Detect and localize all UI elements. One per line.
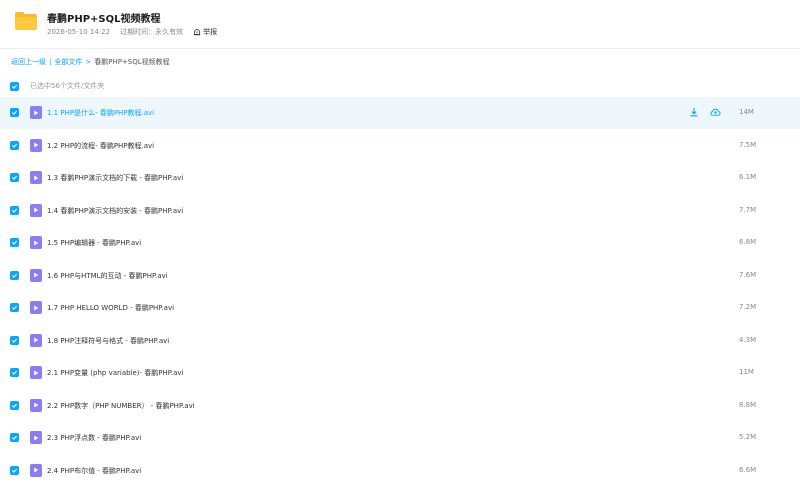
video-file-icon [30, 398, 42, 412]
report-button[interactable]: 举报 [193, 27, 227, 37]
file-size: 7.7M [739, 205, 757, 214]
check-icon [12, 84, 18, 89]
folder-icon [15, 12, 37, 30]
file-row[interactable]: 1.2 PHP的流程- 春鹏PHP教程.avi 7.5M [0, 130, 800, 162]
video-file-icon [30, 463, 42, 477]
file-checkbox[interactable] [10, 238, 19, 247]
file-name[interactable]: 1.7 PHP HELLO WORLD - 春鹏PHP.avi [47, 303, 174, 313]
check-icon [12, 240, 18, 245]
video-file-icon [30, 366, 42, 379]
share-date: 2026-05-10 14:22 [47, 28, 111, 36]
file-size: 6.8M [739, 238, 757, 246]
file-size: 6.6M [739, 465, 757, 474]
check-icon [12, 175, 18, 180]
file-size: 4.3M [739, 335, 757, 344]
file-checkbox[interactable] [10, 303, 19, 312]
back-link[interactable]: 返回上一级 [11, 57, 46, 67]
file-checkbox[interactable] [10, 108, 19, 117]
video-file-icon [30, 203, 42, 217]
alarm-icon [193, 29, 201, 36]
expire-text: 过期时间：永久有效 [120, 28, 184, 36]
file-row[interactable]: 1.6 PHP与HTML的互动 - 春鹏PHP.avi 7.6M [0, 260, 800, 292]
file-checkbox[interactable] [10, 173, 19, 182]
file-checkbox[interactable] [10, 465, 19, 475]
select-all-checkbox[interactable] [10, 82, 19, 91]
check-icon [12, 110, 18, 115]
file-size: 7.6M [739, 270, 757, 279]
file-name[interactable]: 2.1 PHP变量 (php variable)- 春鹏PHP.avi [47, 368, 184, 378]
breadcrumb-separator: | [49, 58, 52, 66]
file-checkbox[interactable] [10, 368, 19, 377]
file-row[interactable]: 2.3 PHP浮点数 - 春鹏PHP.avi 5.2M [0, 422, 800, 454]
share-header: 春鹏PHP+SQL视频教程 2026-05-10 14:22 过期时间：永久有效… [0, 0, 800, 48]
file-name[interactable]: 1.1 PHP是什么- 春鹏PHP教程.avi [47, 108, 154, 118]
file-row[interactable]: 2.1 PHP变量 (php variable)- 春鹏PHP.avi 11M [0, 357, 800, 389]
file-checkbox[interactable] [10, 205, 19, 215]
file-size: 11M [739, 368, 754, 376]
file-checkbox[interactable] [10, 335, 19, 345]
file-size: 7.5M [739, 140, 757, 149]
check-icon [12, 273, 18, 278]
video-file-icon [30, 106, 42, 119]
check-icon [12, 403, 18, 408]
file-row[interactable]: 1.7 PHP HELLO WORLD - 春鹏PHP.avi 7.2M [0, 292, 800, 324]
video-file-icon [30, 333, 42, 347]
breadcrumb: 返回上一级 | 全部文件 > 春鹏PHP+SQL视频教程 [11, 57, 170, 67]
share-meta: 2026-05-10 14:22 过期时间：永久有效 举报 [47, 27, 237, 37]
share-title: 春鹏PHP+SQL视频教程 [47, 14, 161, 25]
file-size: 7.2M [739, 303, 757, 311]
file-size: 8.8M [739, 400, 757, 409]
all-files-link[interactable]: 全部文件 [54, 57, 82, 67]
file-size: 6.1M [739, 173, 757, 181]
file-checkbox[interactable] [10, 270, 19, 280]
save-to-cloud-icon[interactable] [709, 106, 721, 118]
selection-count: 已选中56个文件/文件夹 [30, 82, 105, 90]
check-icon [12, 208, 18, 213]
header-divider [0, 48, 800, 49]
file-row[interactable]: 1.1 PHP是什么- 春鹏PHP教程.avi 14M [0, 97, 800, 129]
download-icon[interactable] [688, 106, 700, 118]
file-row[interactable]: 1.3 春鹏PHP演示文档的下载 - 春鹏PHP.avi 6.1M [0, 162, 800, 194]
report-label: 举报 [203, 28, 218, 36]
select-all-bar: 已选中56个文件/文件夹 [0, 77, 800, 95]
file-name[interactable]: 1.3 春鹏PHP演示文档的下载 - 春鹏PHP.avi [47, 173, 183, 183]
file-name[interactable]: 1.5 PHP编辑器 - 春鹏PHP.avi [47, 238, 141, 248]
video-file-icon [30, 268, 42, 282]
check-icon [12, 468, 18, 473]
video-file-icon [30, 138, 42, 152]
file-name[interactable]: 1.2 PHP的流程- 春鹏PHP教程.avi [47, 141, 154, 151]
file-name[interactable]: 2.4 PHP布尔值 - 春鹏PHP.avi [47, 466, 141, 476]
file-row[interactable]: 1.5 PHP编辑器 - 春鹏PHP.avi 6.8M [0, 227, 800, 259]
file-row[interactable]: 1.8 PHP注释符号与格式 - 春鹏PHP.avi 4.3M [0, 325, 800, 357]
file-row[interactable]: 2.4 PHP布尔值 - 春鹏PHP.avi 6.6M [0, 455, 800, 487]
file-name[interactable]: 2.2 PHP数字（PHP NUMBER） - 春鹏PHP.avi [47, 401, 195, 411]
check-icon [12, 143, 18, 148]
file-checkbox[interactable] [10, 140, 19, 150]
check-icon [12, 370, 18, 375]
file-size: 5.2M [739, 433, 757, 441]
file-row[interactable]: 1.4 春鹏PHP演示文档的安装 - 春鹏PHP.avi 7.7M [0, 195, 800, 227]
file-row[interactable]: 2.2 PHP数字（PHP NUMBER） - 春鹏PHP.avi 8.8M [0, 390, 800, 422]
file-name[interactable]: 1.8 PHP注释符号与格式 - 春鹏PHP.avi [47, 336, 169, 346]
check-icon [12, 338, 18, 343]
file-name[interactable]: 2.3 PHP浮点数 - 春鹏PHP.avi [47, 433, 141, 443]
file-name[interactable]: 1.6 PHP与HTML的互动 - 春鹏PHP.avi [47, 271, 168, 281]
video-file-icon [30, 236, 42, 249]
breadcrumb-chevron: > [85, 58, 92, 66]
video-file-icon [30, 301, 42, 314]
file-checkbox[interactable] [10, 433, 19, 442]
check-icon [12, 305, 18, 310]
breadcrumb-current: 春鹏PHP+SQL视频教程 [94, 58, 170, 66]
video-file-icon [30, 431, 42, 444]
file-size: 14M [739, 108, 754, 116]
file-checkbox[interactable] [10, 400, 19, 410]
file-name[interactable]: 1.4 春鹏PHP演示文档的安装 - 春鹏PHP.avi [47, 206, 183, 216]
check-icon [12, 435, 18, 440]
video-file-icon [30, 171, 42, 184]
